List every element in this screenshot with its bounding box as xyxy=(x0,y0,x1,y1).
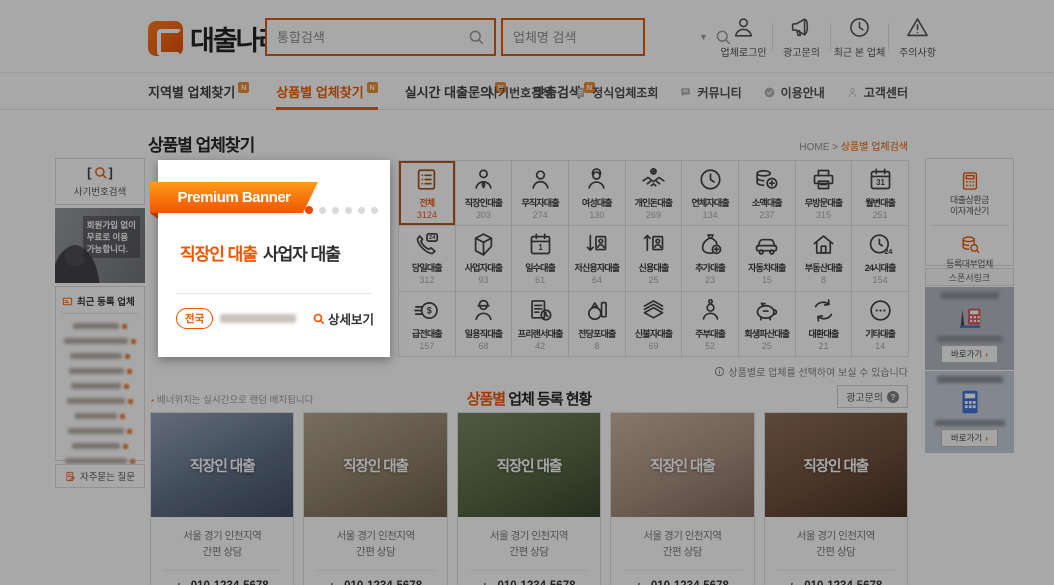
premium-ribbon: Premium Banner xyxy=(150,182,318,213)
carousel-dot-0[interactable] xyxy=(305,206,313,214)
detail-view-button[interactable]: 상세보기 xyxy=(312,309,374,328)
premium-footer: 전국 상세보기 xyxy=(176,308,374,329)
carousel-dot-2[interactable] xyxy=(332,207,339,214)
premium-title: 직장인 대출사업자 대출 xyxy=(180,240,340,265)
divider xyxy=(176,293,372,294)
premium-banner-card[interactable]: Premium Banner 직장인 대출사업자 대출 전국 상세보기 xyxy=(158,160,390,357)
ribbon-fold xyxy=(150,213,158,219)
carousel-dot-1[interactable] xyxy=(319,207,326,214)
region-badge: 전국 xyxy=(176,308,213,329)
search-icon xyxy=(312,312,325,325)
page: 대출나라 ▼ 업체로그인 광고문의 최근 본 업체 주의사항 지역별 업체찾기 xyxy=(0,0,1054,585)
carousel-dot-5[interactable] xyxy=(371,207,378,214)
company-name-blurred xyxy=(220,314,296,323)
carousel-dots xyxy=(305,206,378,214)
carousel-dot-3[interactable] xyxy=(345,207,352,214)
carousel-dot-4[interactable] xyxy=(358,207,365,214)
